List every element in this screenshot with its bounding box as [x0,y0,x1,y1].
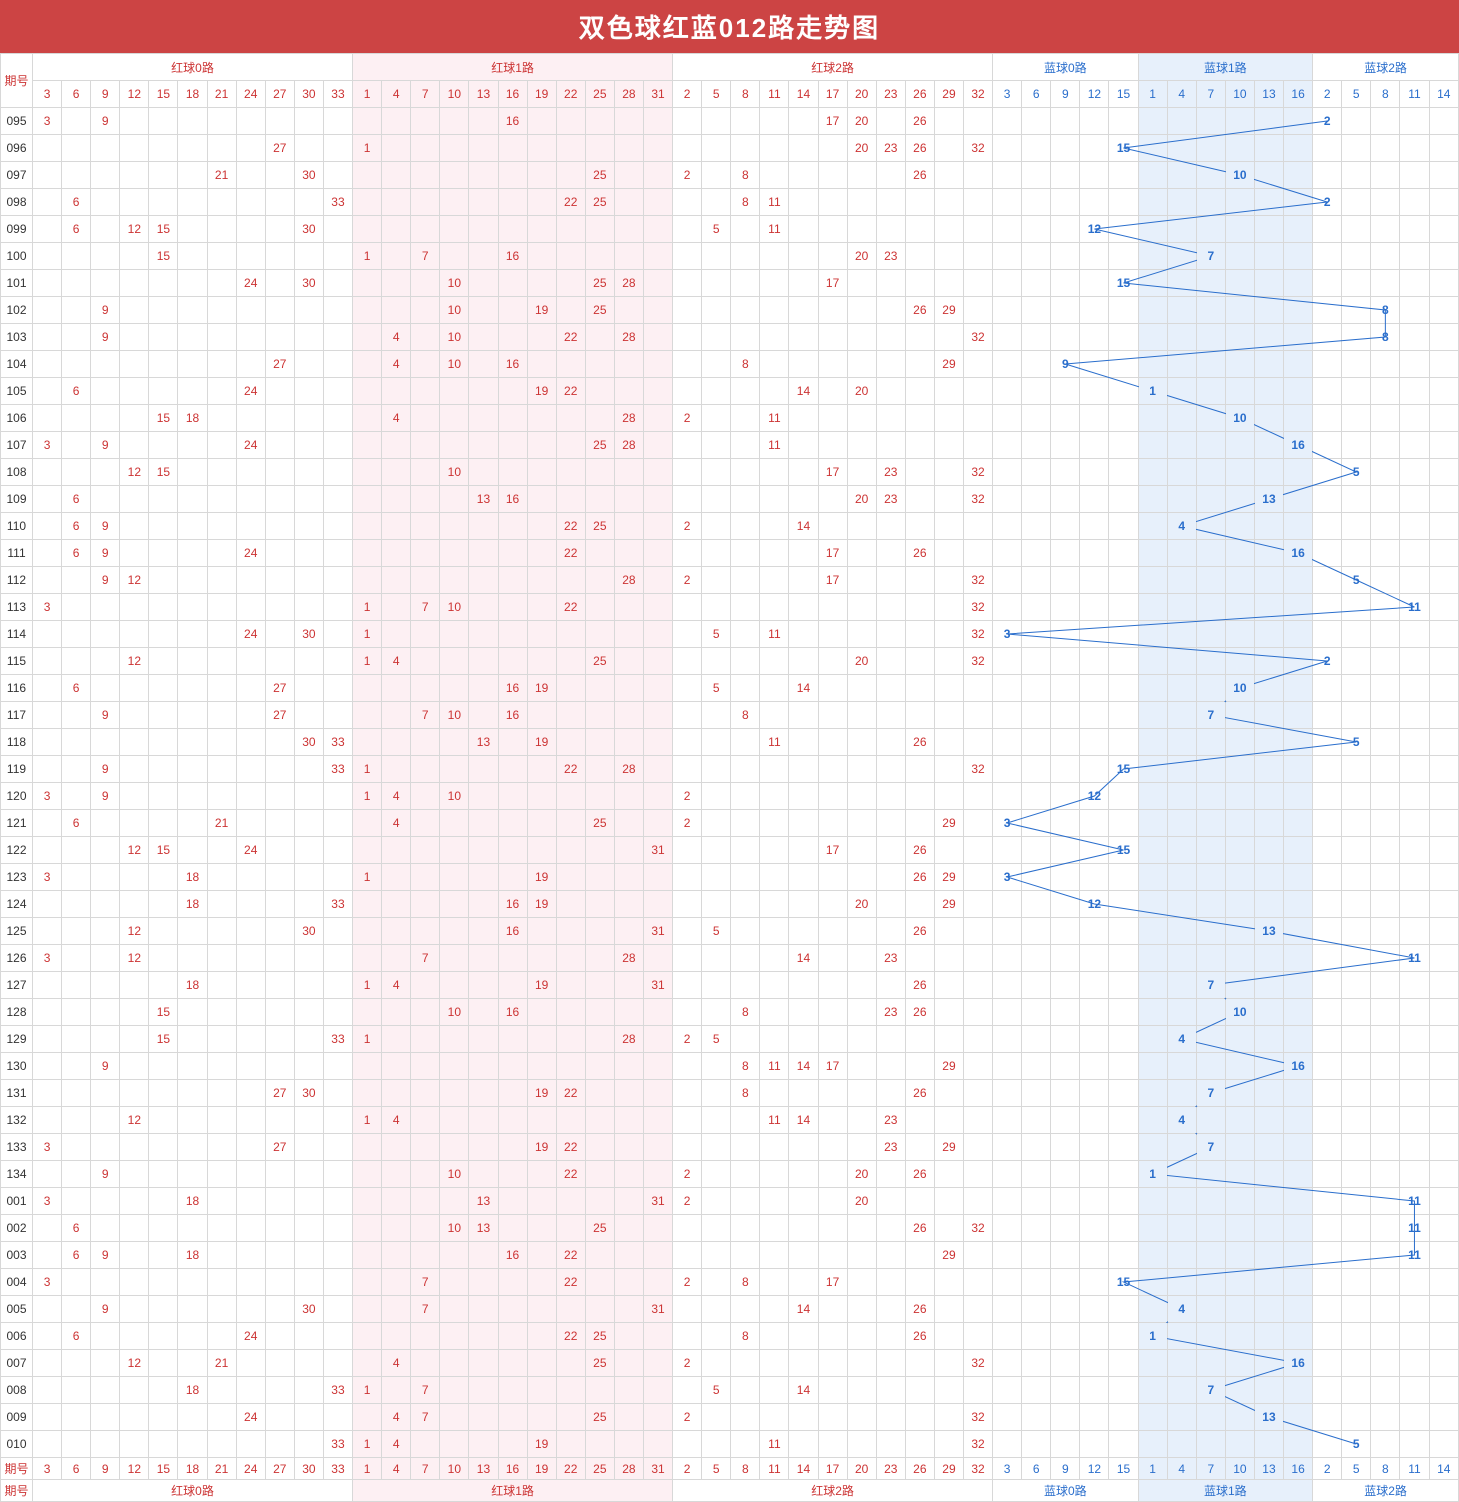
table-row: 1081215101723325 [1,459,1459,486]
table-row: 00924472523213 [1,1404,1459,1431]
table-row: 130981114172916 [1,1053,1459,1080]
table-row: 11331710223211 [1,594,1459,621]
table-row: 120391410212 [1,783,1459,810]
group-blue0: 蓝球0路 [993,54,1138,81]
table-row: 1096131620233213 [1,486,1459,513]
table-row: 111692422172616 [1,540,1459,567]
group-red0: 红球0路 [33,54,353,81]
table-row: 097213025282610 [1,162,1459,189]
table-row: 116627161951410 [1,675,1459,702]
table-row: 119933122283215 [1,756,1459,783]
table-row: 131273019228267 [1,1080,1459,1107]
table-row: 10394102228328 [1,324,1459,351]
group-red2: 红球2路 [673,54,993,81]
table-row: 09539161720262 [1,108,1459,135]
table-row: 12212152431172615 [1,837,1459,864]
table-row: 11424301511323 [1,621,1459,648]
table-row: 11291228217325 [1,567,1459,594]
table-row: 0962712023263215 [1,135,1459,162]
table-row: 1291533128254 [1,1026,1459,1053]
table-row: 1251230163152613 [1,918,1459,945]
page-title: 双色球红蓝012路走势图 [0,0,1459,53]
table-row: 01033141911325 [1,1431,1459,1458]
group-blue1: 蓝球1路 [1138,54,1313,81]
table-row: 1216214252293 [1,810,1459,837]
group-red1: 红球1路 [353,54,673,81]
group-blue2: 蓝球2路 [1313,54,1459,81]
table-row: 13491022220261 [1,1161,1459,1188]
col-period: 期号 [1,54,33,108]
trend-table: 期号 红球0路 红球1路 红球2路 蓝球0路 蓝球1路 蓝球2路 3691215… [0,53,1459,1502]
table-row: 00593073114264 [1,1296,1459,1323]
table-row: 1183033131911265 [1,729,1459,756]
table-row: 0081833175147 [1,1377,1459,1404]
table-row: 12418331619202912 [1,891,1459,918]
table-row: 102910192526298 [1,297,1459,324]
foot-period: 期号 [1,1480,33,1502]
table-row: 10124301025281715 [1,270,1459,297]
table-row: 105624192214201 [1,378,1459,405]
table-row: 133327192223297 [1,1134,1459,1161]
table-row: 12331811926293 [1,864,1459,891]
table-row: 13212141114234 [1,1107,1459,1134]
table-row: 0043722281715 [1,1269,1459,1296]
table-row: 126312728142311 [1,945,1459,972]
table-row: 11512142520322 [1,648,1459,675]
table-row: 1281510168232610 [1,999,1459,1026]
table-row: 10015171620237 [1,243,1459,270]
table-row: 0026101325263211 [1,1215,1459,1242]
table-row: 001318133122011 [1,1188,1459,1215]
table-row: 1179277101687 [1,702,1459,729]
table-row: 003691816222911 [1,1242,1459,1269]
table-row: 00662422258261 [1,1323,1459,1350]
table-row: 107392425281116 [1,432,1459,459]
table-row: 106151842821110 [1,405,1459,432]
table-row: 007122142523216 [1,1350,1459,1377]
table-row: 12718141931267 [1,972,1459,999]
table-row: 099612153051112 [1,216,1459,243]
table-row: 1106922252144 [1,513,1459,540]
table-row: 09863322258112 [1,189,1459,216]
table-row: 10427410168299 [1,351,1459,378]
